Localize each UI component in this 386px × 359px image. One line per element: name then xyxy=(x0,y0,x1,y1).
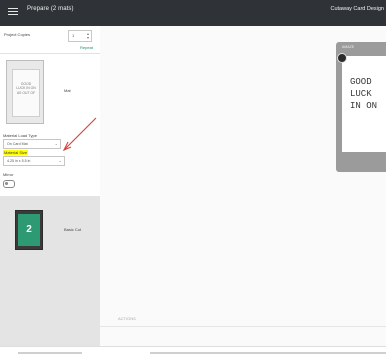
mat-2-panel: 2 Basic Cut xyxy=(0,196,100,346)
mat-2-green-area: 2 xyxy=(18,214,40,246)
preview-line: LUCK xyxy=(350,89,372,99)
preview-paper: GOOD LUCK IN ON xyxy=(342,56,386,152)
mirror-toggle[interactable] xyxy=(3,180,15,188)
arrow-line xyxy=(63,117,97,151)
project-name: Cutaway Card Design xyxy=(330,6,385,12)
preview-header: AMAZE xyxy=(342,45,355,49)
scrollbar-left[interactable] xyxy=(18,352,82,354)
annotation-arrow-icon xyxy=(62,117,97,152)
mat-2-thumbnail[interactable]: 2 xyxy=(15,210,43,250)
mat-2-label: Basic Cut xyxy=(64,227,82,232)
bottom-bar xyxy=(0,346,386,359)
move-handle-icon[interactable] xyxy=(337,53,347,63)
preview-line: GOOD xyxy=(350,77,372,87)
preview-line: IN ON xyxy=(350,101,378,111)
scrollbar-thumb[interactable] xyxy=(150,352,386,354)
zoom-label: ACTIONS xyxy=(118,316,136,321)
preview-text: GOOD LUCK IN ON xyxy=(350,76,377,112)
mat-2-number: 2 xyxy=(26,224,32,235)
toggle-knob xyxy=(5,182,8,185)
divider xyxy=(100,326,386,327)
mirror-label: Mirror xyxy=(3,172,14,177)
mat-canvas[interactable]: AMAZE GOOD LUCK IN ON ACTIONS xyxy=(100,26,386,346)
mat-preview[interactable]: AMAZE GOOD LUCK IN ON xyxy=(336,42,386,172)
